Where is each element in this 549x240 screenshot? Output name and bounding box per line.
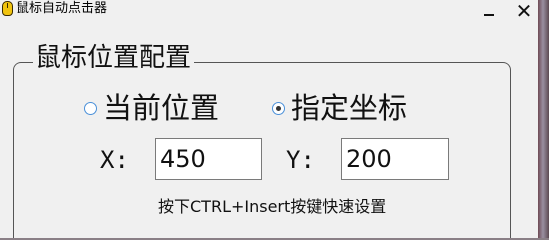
hotkey-hint: 按下CTRL+Insert按键快速设置 <box>158 197 387 216</box>
title-bar[interactable]: 鼠标自动点击器 ✕ <box>0 0 538 28</box>
radio-current-position-label[interactable]: 当前位置 <box>103 88 219 128</box>
y-label: Y: <box>286 146 315 174</box>
x-label: X: <box>100 146 129 174</box>
radio-specified-coordinates[interactable]: 指定坐标 <box>272 88 407 128</box>
close-button[interactable]: ✕ <box>512 0 536 24</box>
radio-unchecked-icon[interactable] <box>84 101 97 115</box>
groupbox-title: 鼠标位置配置 <box>33 38 195 78</box>
close-icon: ✕ <box>515 0 533 23</box>
x-coordinate-input[interactable] <box>155 138 262 180</box>
y-coordinate-input[interactable] <box>341 138 449 180</box>
radio-current-position[interactable]: 当前位置 <box>84 88 219 128</box>
mouse-icon <box>2 1 13 16</box>
radio-specified-coordinates-label[interactable]: 指定坐标 <box>291 88 407 128</box>
radio-checked-icon[interactable] <box>272 101 285 115</box>
window-title: 鼠标自动点击器 <box>16 1 108 16</box>
app-window: 鼠标自动点击器 ✕ 鼠标位置配置 当前位置 指定坐标 X: Y: 按下CTRL+… <box>0 0 538 238</box>
minimize-button[interactable] <box>478 2 500 24</box>
background-edge <box>538 0 549 238</box>
